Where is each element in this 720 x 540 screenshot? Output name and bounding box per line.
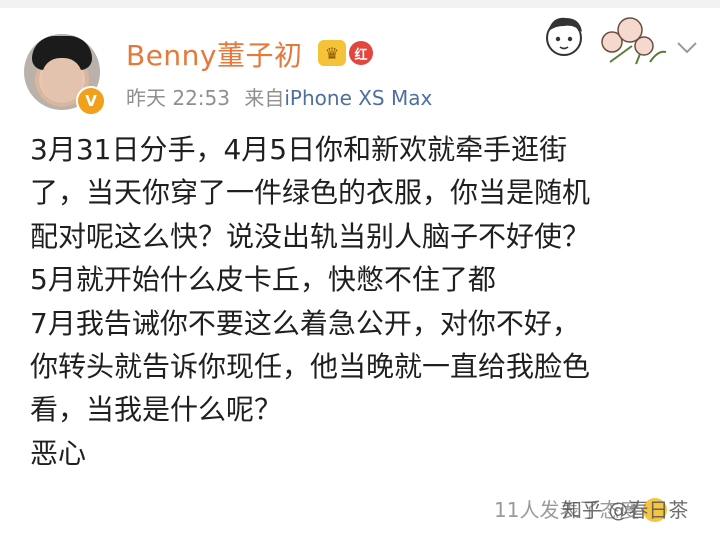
post-line: 7月我告诫你不要这么着急公开，对你不好， — [30, 306, 580, 340]
username[interactable]: Benny董子初 — [126, 34, 303, 74]
chevron-down-icon[interactable] — [676, 40, 698, 56]
post-line: 看，当我是什么呢？ — [30, 393, 283, 427]
post-device[interactable]: iPhone XS Max — [284, 86, 432, 110]
post-line: 恶心 — [30, 436, 87, 470]
post-body: 3月31日分手，4月5日你和新欢就牵手逛街 了，当天你穿了一件绿色的衣服，你当是… — [30, 128, 700, 475]
post-meta: 昨天 22:53 来自iPhone XS Max — [126, 82, 432, 111]
decoration-sticker-icon — [546, 17, 667, 65]
post-line: 5月就开始什么皮卡丘，快憋不住了都 — [30, 263, 496, 297]
level-badge: 红 — [349, 41, 373, 65]
post-line: 配对呢这么快？说没出轨当别人脑子不好使？ — [30, 219, 591, 253]
post-time: 昨天 22:53 — [126, 86, 230, 110]
verified-badge-icon: V — [76, 86, 106, 116]
crown-icon: ♛ — [318, 40, 346, 66]
post-line: 3月31日分手，4月5日你和新欢就牵手逛街 — [30, 133, 568, 166]
post-line: 你转头就告诉你现任，他当晚就一直给我脸色 — [30, 350, 591, 384]
watermark: 知乎 @春日茶 — [562, 498, 689, 522]
post-line: 了，当天你穿了一件绿色的衣服，你当是随机 — [30, 176, 591, 210]
post-source-prefix: 来自 — [244, 86, 285, 110]
